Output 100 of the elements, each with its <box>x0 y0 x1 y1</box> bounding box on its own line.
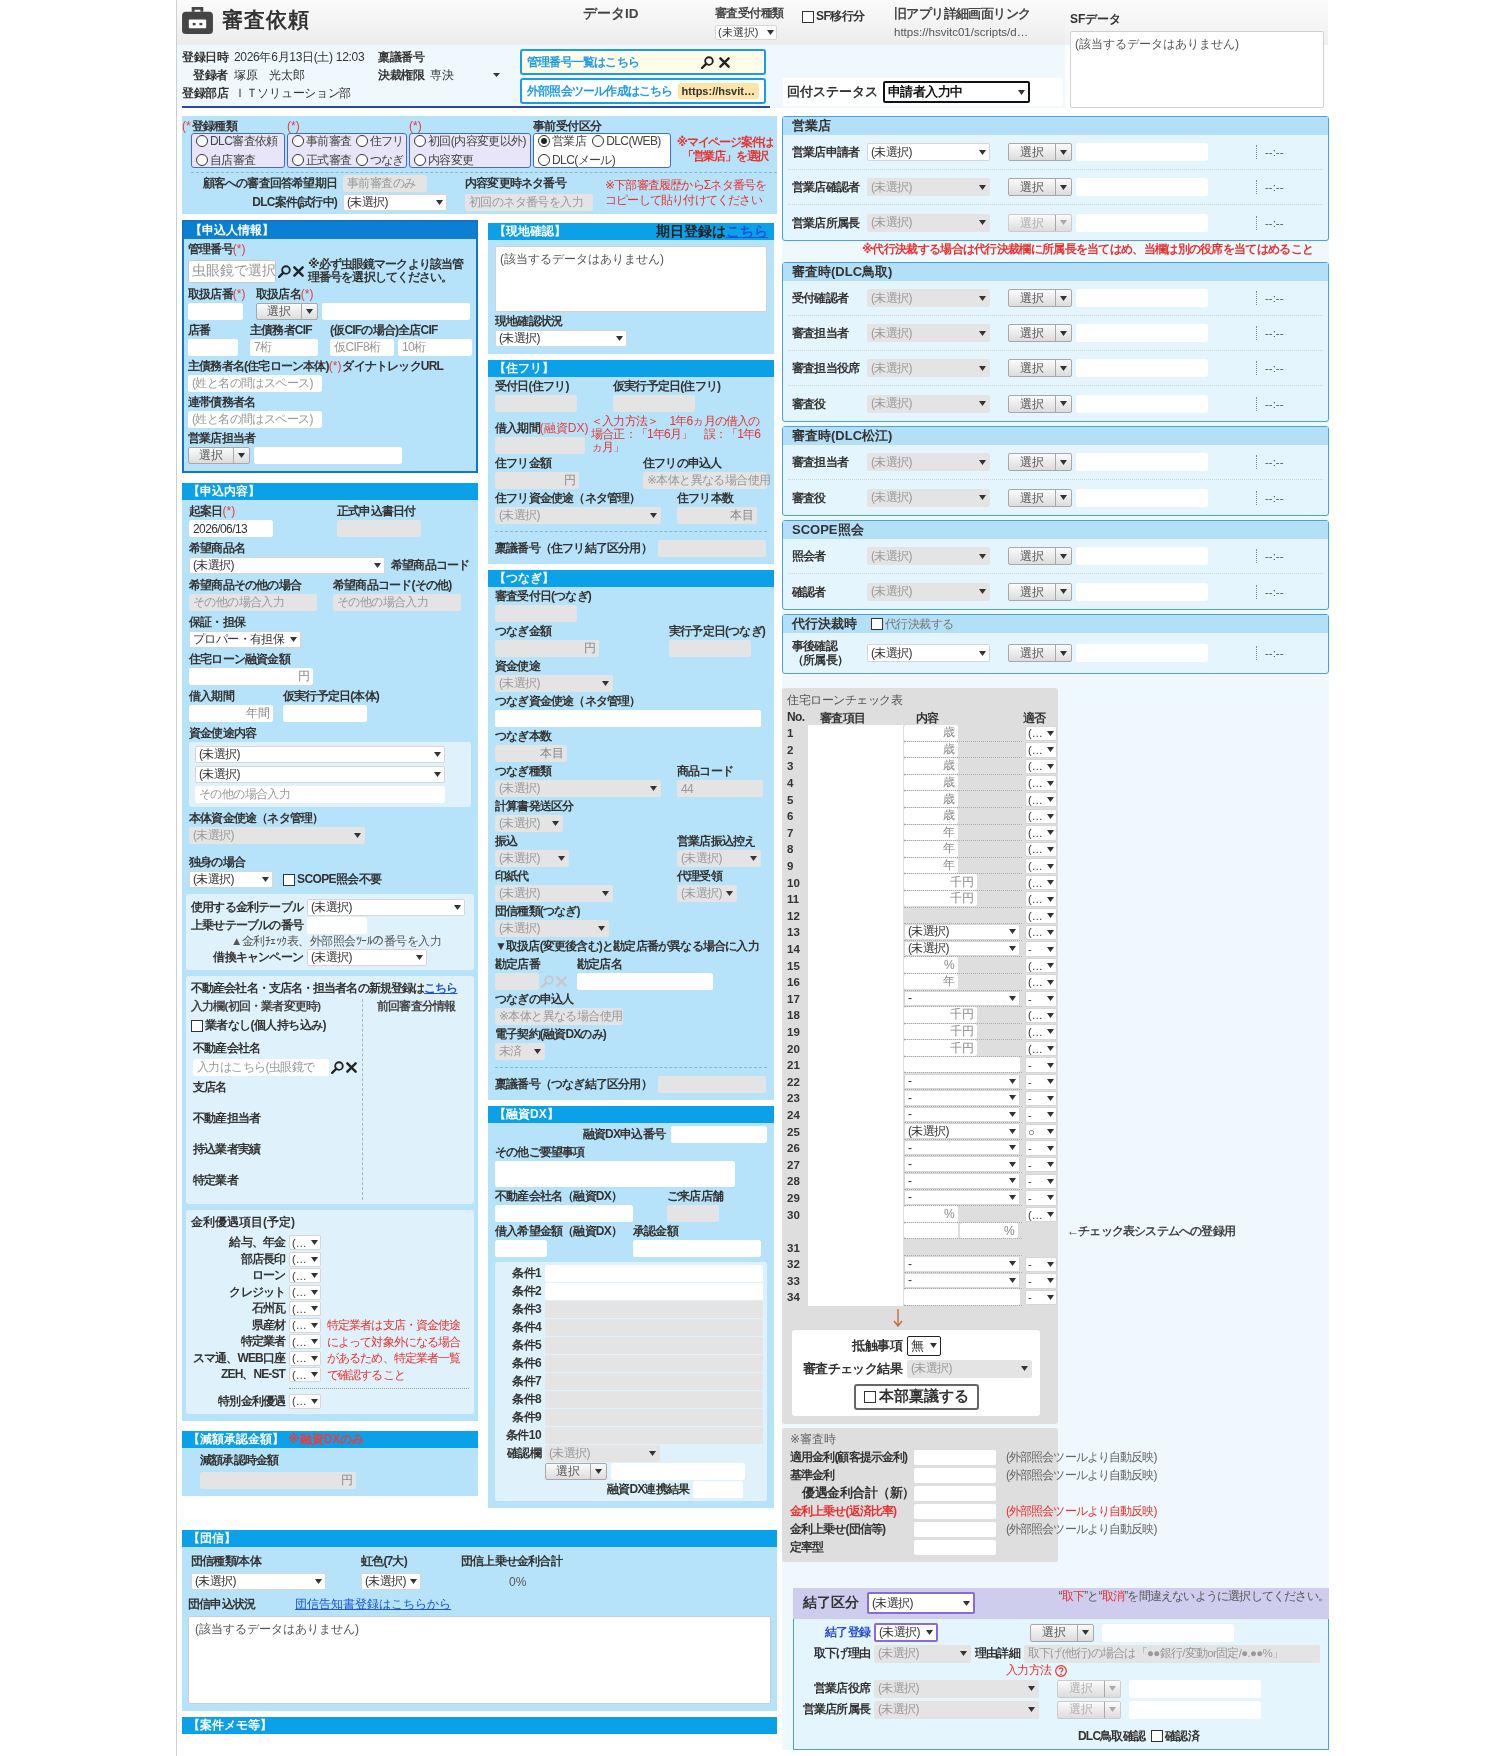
dropdown[interactable]: プロパー・有担保 <box>189 631 301 648</box>
dropdown[interactable]: (… <box>289 1350 321 1366</box>
select-button[interactable]: 選択 <box>1008 289 1072 307</box>
dropdown[interactable]: (未選択) <box>191 1573 326 1590</box>
dropdown[interactable]: - <box>904 1106 1020 1123</box>
dropdown[interactable]: - <box>1025 1090 1057 1107</box>
dropdown[interactable]: (… <box>1025 858 1057 874</box>
radio-button[interactable] <box>196 154 208 166</box>
dropdown[interactable]: - <box>1025 991 1057 1007</box>
text-field[interactable]: 年間 <box>189 705 273 722</box>
select-button[interactable]: 選択 <box>188 447 250 464</box>
close-icon[interactable] <box>346 1061 357 1073</box>
dropdown[interactable]: (… <box>1025 957 1057 974</box>
dropdown[interactable]: (… <box>1025 725 1057 742</box>
radio-button[interactable] <box>292 135 304 147</box>
text-field[interactable] <box>914 1521 996 1537</box>
dropdown[interactable]: (未選択) <box>867 1592 975 1615</box>
dropdown[interactable]: - <box>1025 1057 1057 1073</box>
dropdown[interactable]: (未選択) <box>195 766 445 783</box>
dropdown[interactable]: (未選択) <box>307 898 465 916</box>
select-button[interactable]: 選択 <box>545 1463 607 1480</box>
text-field[interactable]: 千円 <box>904 891 977 907</box>
select-button[interactable]: 選択 <box>1008 488 1072 507</box>
dropdown[interactable]: (未選択) <box>904 940 1020 957</box>
select-button[interactable]: 選択 <box>1008 644 1072 662</box>
dropdown[interactable]: (… <box>1025 874 1057 891</box>
dropdown[interactable]: (… <box>1025 841 1057 858</box>
text-field[interactable]: 年 <box>904 824 958 841</box>
radio-button[interactable] <box>196 135 208 147</box>
select-button[interactable]: 選択 <box>1008 178 1072 196</box>
checkbox[interactable] <box>802 10 814 23</box>
dropdown[interactable]: (… <box>289 1251 321 1267</box>
dropdown[interactable]: (… <box>1025 1040 1057 1057</box>
close-icon[interactable] <box>293 265 304 277</box>
radio-button[interactable] <box>414 154 426 166</box>
dropdown[interactable]: 専決 <box>430 68 500 82</box>
text-field[interactable]: 千円 <box>904 1007 977 1023</box>
text-field[interactable]: 千円 <box>904 874 977 890</box>
dropdown[interactable]: (未選択) <box>361 1573 421 1590</box>
dropdown[interactable]: (… <box>1025 908 1057 924</box>
dropdown[interactable]: (未選択) <box>715 25 777 40</box>
dropdown[interactable]: - <box>1025 1140 1057 1156</box>
select-button[interactable]: 選択 <box>1008 394 1072 413</box>
radio-button[interactable] <box>355 154 368 166</box>
dropdown[interactable]: (未選択) <box>189 871 273 888</box>
dropdown[interactable]: - <box>904 1256 1020 1272</box>
dropdown[interactable]: (未選択) <box>904 924 1020 940</box>
text-field[interactable]: 歳 <box>904 741 958 758</box>
text-field[interactable] <box>914 1503 996 1519</box>
select-button[interactable]: 選択 <box>1008 143 1072 161</box>
text-field[interactable]: 歳 <box>904 758 958 774</box>
text-field[interactable]: 年 <box>904 973 958 990</box>
dropdown[interactable]: (… <box>289 1317 321 1333</box>
text-field[interactable]: 千円 <box>904 1023 977 1040</box>
text-field[interactable]: 千円 <box>904 1040 977 1056</box>
radio-button[interactable] <box>538 154 550 166</box>
text-field[interactable]: 歳 <box>904 774 958 791</box>
dropdown[interactable]: (… <box>1025 825 1057 841</box>
text-field[interactable]: 歳 <box>904 725 958 741</box>
dropdown[interactable]: (… <box>1025 742 1057 758</box>
dropdown[interactable]: (未選択) <box>874 1623 938 1643</box>
dropdown[interactable]: (未選択) <box>189 557 385 574</box>
select-button[interactable]: 選択 <box>1008 582 1072 601</box>
dropdown[interactable]: (… <box>1025 974 1057 990</box>
select-button[interactable]: 選択 <box>1008 547 1072 565</box>
checkbox[interactable] <box>871 618 883 630</box>
dropdown[interactable]: (… <box>1025 791 1057 808</box>
dropdown[interactable]: (… <box>289 1393 321 1409</box>
text-field[interactable]: % <box>904 957 958 973</box>
text-area[interactable]: (該当するデータはありません) <box>495 246 767 312</box>
dropdown[interactable]: (… <box>289 1334 321 1350</box>
radio-button[interactable] <box>355 135 368 147</box>
dropdown[interactable]: - <box>1025 1074 1057 1090</box>
search-icon[interactable] <box>331 1060 344 1074</box>
dropdown[interactable]: (… <box>289 1268 321 1284</box>
dropdown[interactable]: (… <box>1025 1206 1057 1223</box>
dropdown[interactable]: (… <box>1025 1024 1057 1040</box>
dropdown[interactable]: - <box>1025 1273 1057 1289</box>
dropdown[interactable]: ○ <box>1025 1123 1057 1140</box>
text-field[interactable]: % <box>960 1222 1018 1239</box>
dropdown[interactable]: - <box>904 1189 1020 1206</box>
checkbox[interactable] <box>191 1019 203 1032</box>
dropdown[interactable]: (… <box>1025 775 1057 791</box>
text-field[interactable] <box>914 1449 996 1465</box>
text-field[interactable]: 年 <box>904 857 958 874</box>
dropdown[interactable]: - <box>1025 941 1057 957</box>
checkbox[interactable] <box>1151 1730 1164 1743</box>
text-field[interactable]: 2026/06/13 <box>189 520 273 537</box>
dropdown[interactable]: - <box>904 1156 1020 1172</box>
dropdown[interactable]: (… <box>1025 1007 1057 1024</box>
text-area[interactable]: (該当するデータはありません) <box>1070 31 1324 108</box>
approval-button[interactable]: 本部稟議する <box>853 1383 979 1410</box>
link[interactable]: 団信告知書登録はこちらから <box>295 1596 452 1613</box>
dropdown[interactable]: (… <box>1025 924 1057 941</box>
dropdown[interactable]: - <box>904 1173 1020 1189</box>
dropdown[interactable]: (… <box>1025 758 1057 775</box>
dropdown[interactable]: (未選択) <box>904 1123 1020 1139</box>
text-field[interactable] <box>914 1539 996 1555</box>
radio-button[interactable] <box>292 154 304 166</box>
text-area[interactable]: (該当するデータはありません) <box>188 1616 771 1704</box>
